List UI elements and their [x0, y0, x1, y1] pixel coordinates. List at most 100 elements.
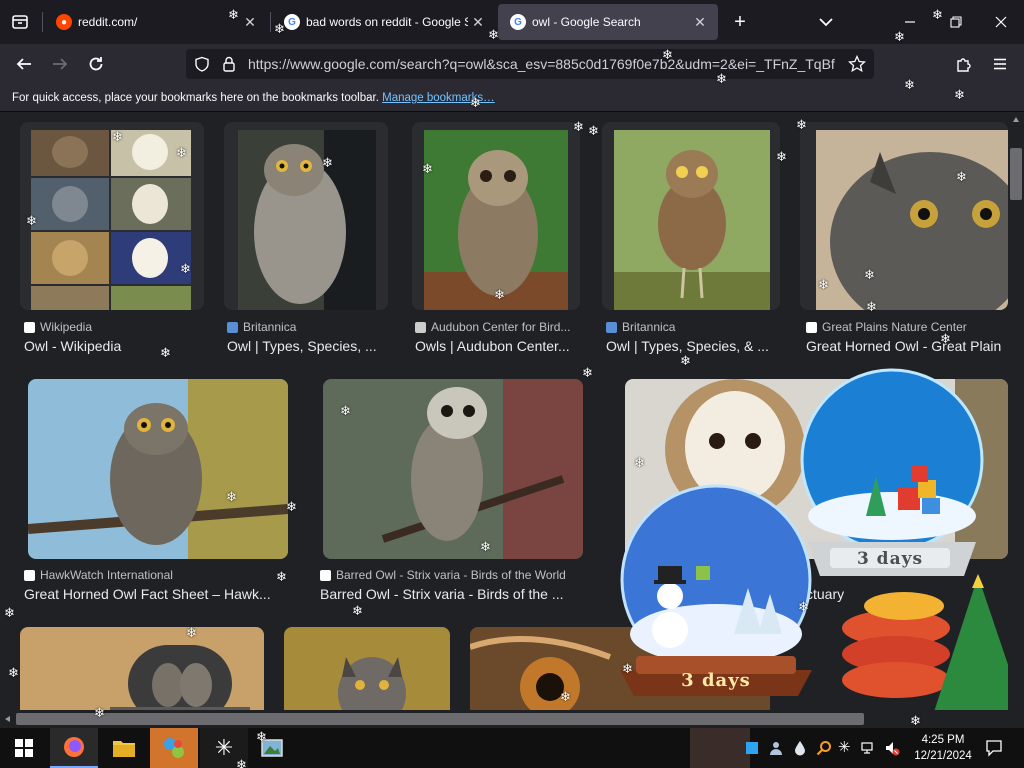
result-image-audubon-owl[interactable] [412, 122, 580, 310]
result-source-label: Great Plains Nature Center [822, 320, 967, 334]
result-source[interactable]: HawkWatch International [24, 568, 294, 582]
scroll-left-arrow-icon[interactable] [4, 715, 12, 723]
result-image-owl-portrait[interactable] [284, 627, 450, 722]
result-source[interactable]: Britannica [606, 320, 776, 334]
back-button[interactable] [10, 50, 38, 78]
great-horned-owl-image [238, 130, 376, 310]
bookmarks-hint-text: For quick access, place your bookmarks h… [12, 92, 379, 104]
result-source[interactable]: Wikipedia [24, 320, 204, 334]
horizontal-scrollbar[interactable] [0, 710, 1008, 728]
lock-icon[interactable] [222, 56, 236, 72]
result-title[interactable]: Owl | Types, Species, & ... [606, 338, 778, 354]
close-icon [995, 16, 1007, 28]
christmas-tree-decoration [834, 572, 1024, 728]
result-title[interactable]: Owl - Wikipedia [24, 338, 208, 354]
result-source-label: Wikipedia [40, 320, 93, 334]
result-title[interactable]: Great Horned Owl - Great Plain [806, 338, 1008, 354]
list-all-tabs-button[interactable] [814, 10, 838, 34]
close-tab-icon[interactable]: ✕ [690, 14, 710, 31]
result-image-barred-owl-birds-of-world[interactable] [323, 379, 583, 559]
image-results-grid: Wikipedia Owl - Wikipedia Britannica Owl… [0, 112, 1024, 728]
hawkwatch-icon [24, 569, 35, 581]
taskbar-firefox[interactable] [50, 728, 98, 768]
britannica-icon [227, 321, 238, 333]
url-bar[interactable]: https://www.google.com/search?q=owl&sca_… [186, 49, 874, 79]
result-image-owl-wikipedia[interactable] [20, 122, 204, 310]
reload-button[interactable] [82, 50, 110, 78]
close-tab-icon[interactable]: ✕ [468, 14, 488, 31]
new-tab-button[interactable]: + [728, 10, 752, 34]
result-image-owls-in-box[interactable] [20, 627, 264, 722]
minimize-button[interactable] [896, 8, 924, 36]
tray-drop-icon[interactable] [792, 740, 808, 756]
tracking-protection-shield-icon[interactable] [194, 56, 210, 72]
result-source-label: Britannica [243, 320, 297, 334]
bookmarks-toolbar: For quick access, place your bookmarks h… [0, 84, 1024, 112]
bookmarks-toolbar-message: For quick access, place your bookmarks h… [12, 92, 495, 104]
bookmark-star-icon[interactable] [848, 55, 866, 73]
result-image-britannica-owl[interactable] [224, 122, 388, 310]
tray-search-icon[interactable] [816, 740, 832, 756]
close-window-button[interactable] [987, 8, 1015, 36]
action-center-button[interactable] [976, 728, 1012, 768]
result-image-hawkwatch-owl[interactable] [28, 379, 288, 559]
network-icon[interactable] [860, 740, 876, 756]
chevron-down-icon [819, 18, 833, 27]
manage-bookmarks-link[interactable]: Manage bookmarks… [382, 92, 495, 104]
tab-strip: ● reddit.com/ ✕ G bad words on reddit - … [0, 0, 1024, 44]
taskbar-app[interactable] [150, 728, 198, 768]
tray-people-icon[interactable] [768, 740, 784, 756]
restore-button[interactable] [942, 8, 970, 36]
wikipedia-icon [24, 321, 35, 333]
minimize-icon [905, 21, 915, 23]
tab-separator [42, 12, 43, 32]
reddit-icon: ● [56, 14, 72, 30]
clock-date: 12/21/2024 [914, 750, 972, 762]
tab-title: owl - Google Search [532, 15, 641, 29]
great-plains-icon [806, 321, 817, 333]
globe-countdown-label: 3 days [856, 549, 924, 569]
snow-globe-large: 3 days [794, 366, 994, 586]
result-source[interactable]: Barred Owl - Strix varia - Birds of the … [320, 568, 580, 582]
vertical-scroll-thumb[interactable] [1010, 148, 1022, 200]
start-button[interactable] [0, 728, 48, 768]
tab-reddit[interactable]: ● reddit.com/ ✕ [44, 4, 268, 40]
volume-muted-icon[interactable] [884, 740, 900, 756]
result-source-label: Audubon Center for Bird... [431, 320, 571, 334]
url-text[interactable]: https://www.google.com/search?q=owl&sca_… [248, 56, 838, 72]
tray-snowflake-icon[interactable]: ✳ [838, 738, 854, 756]
extensions-button[interactable] [950, 50, 978, 78]
forward-button[interactable] [46, 50, 74, 78]
plus-icon: + [734, 11, 746, 33]
windows-taskbar: ✳ ✳ 4:25 PM 12/21/2024 [0, 728, 1024, 768]
folder-icon [113, 741, 135, 757]
result-source[interactable]: Audubon Center for Bird... [415, 320, 581, 334]
audubon-icon [415, 321, 426, 333]
close-tab-icon[interactable]: ✕ [240, 14, 260, 31]
result-title[interactable]: Barred Owl - Strix varia - Birds of the … [320, 586, 582, 602]
vertical-scrollbar[interactable] [1008, 112, 1024, 716]
result-image-britannica-burrowing-owl[interactable] [602, 122, 780, 310]
result-image-great-plains-owl[interactable] [800, 122, 1008, 310]
result-source[interactable]: Great Plains Nature Center [806, 320, 1006, 334]
result-title[interactable]: Owls | Audubon Center... [415, 338, 581, 354]
app-menu-button[interactable] [986, 50, 1014, 78]
result-title[interactable]: Owl | Types, Species, ... [227, 338, 391, 354]
great-horned-owl-closeup-image [816, 130, 1008, 310]
taskbar-file-explorer[interactable] [100, 728, 148, 768]
firefox-view-button[interactable] [8, 10, 32, 34]
result-title[interactable]: Great Horned Owl Fact Sheet – Hawk... [24, 586, 294, 602]
taskbar-photos[interactable] [248, 728, 296, 768]
result-source[interactable]: Britannica [227, 320, 387, 334]
taskbar-snow-app[interactable]: ✳ [200, 728, 248, 768]
birds-of-the-world-icon [320, 569, 331, 581]
tab-owl-search[interactable]: G owl - Google Search ✕ [498, 4, 718, 40]
system-clock[interactable]: 4:25 PM 12/21/2024 [912, 732, 974, 764]
firefox-icon [64, 737, 84, 757]
britannica-icon [606, 321, 617, 333]
google-icon: G [284, 14, 300, 30]
tab-bad-words-reddit[interactable]: G bad words on reddit - Google S ✕ [272, 4, 496, 40]
scroll-up-arrow-icon[interactable] [1012, 116, 1020, 124]
tray-square-icon[interactable] [744, 740, 760, 756]
horizontal-scroll-thumb[interactable] [16, 713, 864, 725]
